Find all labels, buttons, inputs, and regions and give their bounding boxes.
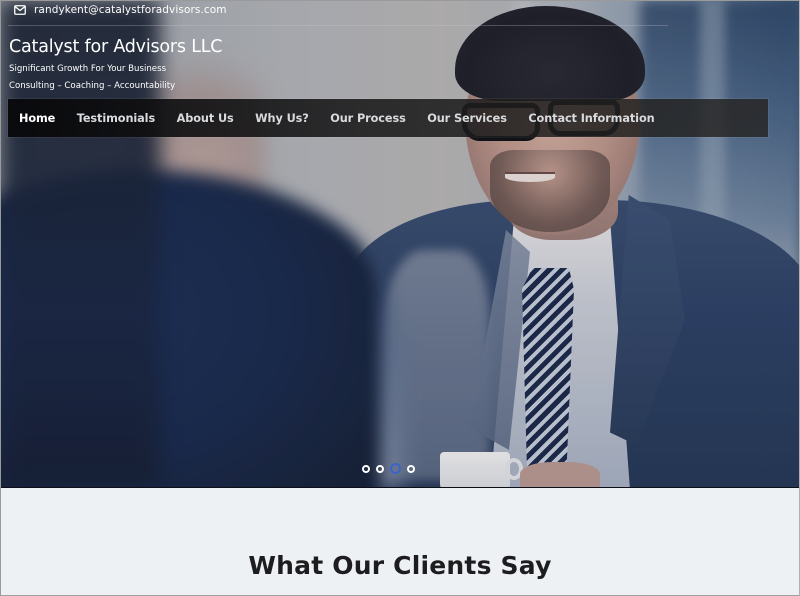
site-title[interactable]: Catalyst for Advisors LLC [9,36,223,58]
hero-slider: randykent@catalystforadvisors.com Cataly… [0,0,800,487]
nav-item-contact-information[interactable]: Contact Information [528,112,654,125]
slider-dot-2[interactable] [376,464,384,473]
nav-item-our-process[interactable]: Our Process [330,112,406,125]
slider-pagination [362,463,415,474]
nav-item-why-us[interactable]: Why Us? [255,112,309,125]
slider-dot-4[interactable] [407,464,415,473]
topbar-divider [8,25,668,26]
slider-dot-1[interactable] [362,464,370,473]
email-address: randykent@catalystforadvisors.com [34,4,227,16]
site-services: Consulting – Coaching – Accountability [9,81,176,91]
contact-topbar: randykent@catalystforadvisors.com [0,0,800,26]
nav-item-our-services[interactable]: Our Services [427,112,507,125]
nav-item-home[interactable]: Home [19,112,55,125]
email-link[interactable]: randykent@catalystforadvisors.com [14,4,227,16]
envelope-icon [14,5,26,15]
testimonials-section: What Our Clients Say [0,487,800,596]
nav-item-about-us[interactable]: About Us [177,112,234,125]
main-nav: Home Testimonials About Us Why Us? Our P… [8,99,768,137]
section-heading: What Our Clients Say [248,551,552,580]
site-branding: Catalyst for Advisors LLC Significant Gr… [9,36,223,92]
site-tagline: Significant Growth For Your Business [9,64,167,74]
nav-item-testimonials[interactable]: Testimonials [77,112,155,125]
slider-dot-3-active[interactable] [390,463,401,474]
